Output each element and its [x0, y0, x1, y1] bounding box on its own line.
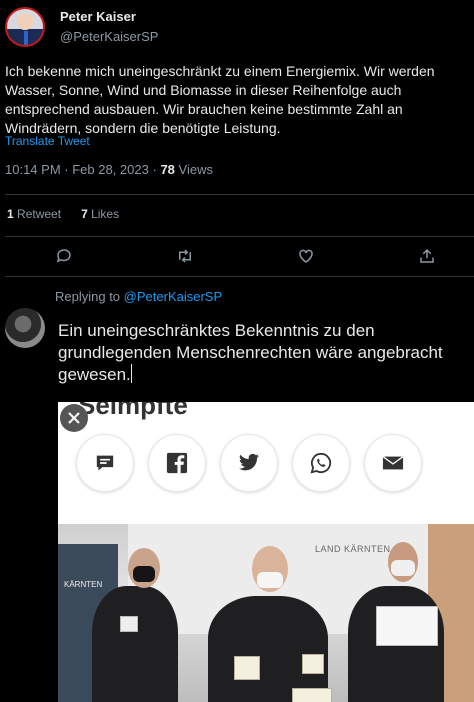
divider: [5, 276, 474, 277]
photo-brand-left: KÄRNTEN: [64, 580, 103, 589]
likes-stat[interactable]: 7 Likes: [81, 207, 119, 221]
likes-label: Likes: [91, 207, 120, 221]
author-display-name[interactable]: Peter Kaiser: [60, 9, 158, 24]
message-icon[interactable]: [76, 434, 134, 492]
twitter-icon[interactable]: [220, 434, 278, 492]
reply-user-avatar[interactable]: [5, 308, 45, 348]
share-buttons: [76, 434, 422, 492]
replying-to: Replying to @PeterKaiserSP: [55, 289, 222, 304]
author-handle[interactable]: @PeterKaiserSP: [60, 29, 158, 44]
tweet-time[interactable]: 10:14 PM: [5, 162, 61, 177]
retweets-stat[interactable]: 1 Retweet: [7, 207, 61, 221]
like-icon[interactable]: [294, 244, 318, 268]
replying-handle[interactable]: @PeterKaiserSP: [124, 289, 222, 304]
views-count: 78: [160, 162, 175, 177]
retweets-count: 1: [7, 207, 14, 221]
attached-media: Seimpfte KÄRNTEN LAND KÄRNTEN: [58, 402, 474, 702]
whatsapp-icon[interactable]: [292, 434, 350, 492]
retweet-icon[interactable]: [173, 244, 197, 268]
replying-prefix: Replying to: [55, 289, 121, 304]
tweet-action-bar: [0, 240, 474, 272]
attached-photo: KÄRNTEN LAND KÄRNTEN: [58, 524, 474, 702]
embed-partial-heading: Seimpfte: [78, 402, 188, 420]
author-avatar[interactable]: [5, 7, 45, 47]
tweet-text: Ich bekenne mich uneingeschränkt zu eine…: [5, 63, 435, 136]
photo-brand-text: LAND KÄRNTEN: [315, 544, 391, 554]
facebook-icon[interactable]: [148, 434, 206, 492]
tweet-date[interactable]: Feb 28, 2023: [72, 162, 149, 177]
translate-tweet-link[interactable]: Translate Tweet: [5, 134, 90, 148]
reply-icon[interactable]: [52, 244, 76, 268]
close-media-button[interactable]: [60, 404, 88, 432]
divider: [5, 236, 474, 237]
views-label: Views: [178, 162, 213, 177]
text-cursor: [130, 364, 132, 383]
likes-count: 7: [81, 207, 88, 221]
reply-compose-input[interactable]: Ein uneingeschränktes Bekenntnis zu den …: [58, 320, 468, 386]
reply-text: Ein uneingeschränktes Bekenntnis zu den …: [58, 321, 443, 384]
tweet-stats: 1 Retweet 7 Likes: [7, 207, 119, 221]
divider: [5, 194, 474, 195]
tweet-author: Peter Kaiser @PeterKaiserSP: [5, 7, 158, 47]
email-icon[interactable]: [364, 434, 422, 492]
photo-brand: LAND KÄRNTEN: [315, 544, 391, 554]
retweets-label: Retweet: [17, 207, 62, 221]
share-icon[interactable]: [415, 244, 439, 268]
previous-content-clip: [40, 0, 150, 4]
tweet-meta: 10:14 PM · Feb 28, 2023 · 78 Views: [5, 162, 213, 177]
